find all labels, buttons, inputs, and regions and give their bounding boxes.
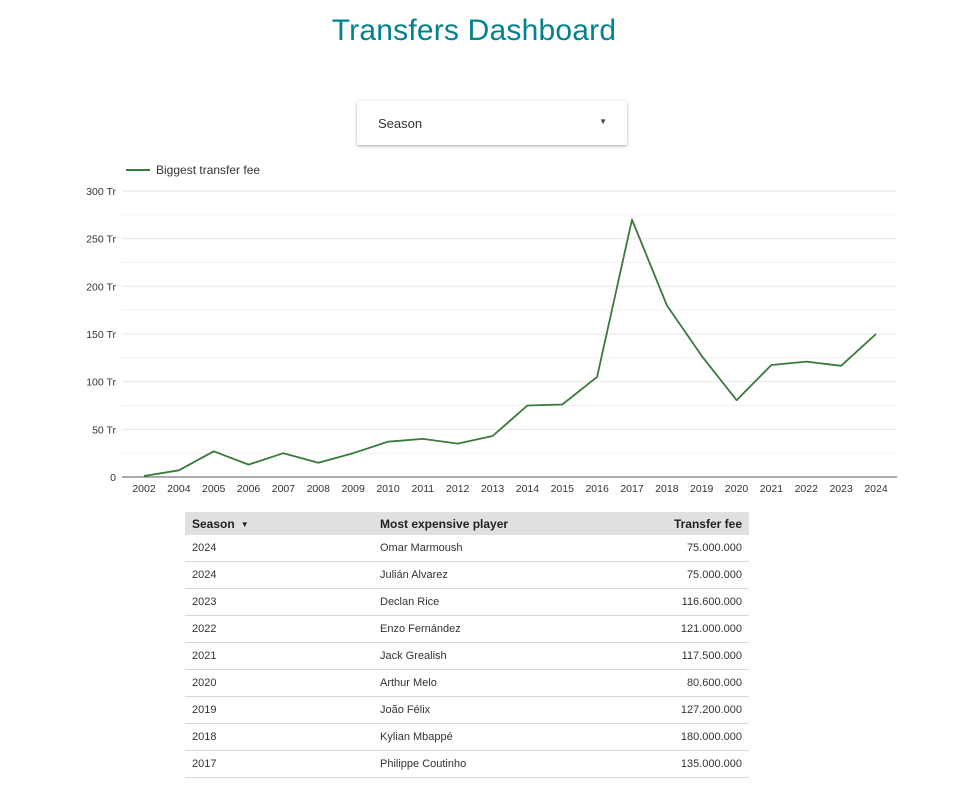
player-cell: Arthur Melo <box>380 677 437 689</box>
season-header-label: Season <box>192 516 235 531</box>
x-tick-label: 2022 <box>795 483 819 495</box>
player-cell: Declan Rice <box>380 596 440 608</box>
x-tick-label: 2019 <box>690 483 714 495</box>
player-cell: Enzo Fernández <box>380 623 461 635</box>
series-line <box>143 218 877 477</box>
season-cell: 2018 <box>192 731 217 743</box>
legend-label: Biggest transfer fee <box>156 163 260 177</box>
y-tick-label: 300 Tr <box>86 186 116 198</box>
player-cell: Philippe Coutinho <box>380 758 467 770</box>
y-tick-label: 0 <box>110 472 116 484</box>
fee-cell: 135.000.000 <box>680 758 742 770</box>
table-body: 2024 Omar Marmoush 75.000.000 2024 Julián Al… <box>185 535 749 782</box>
table-row[interactable]: 2023 Declan Rice 116.600.000 <box>185 589 749 616</box>
x-tick-label: 2023 <box>829 483 853 495</box>
x-tick-label: 2024 <box>864 483 888 495</box>
chart-svg: 0 50 Tr 100 Tr 150 Tr 200 Tr 250 Tr 300 Tr 2002… <box>86 163 897 495</box>
page-title: Transfers Dashboard <box>331 14 617 47</box>
x-tick-label: 2020 <box>725 483 749 495</box>
fee-cell: 117.500.000 <box>681 650 742 662</box>
transfers-table: Season ▼ Most expensive player Transfer f… <box>185 512 749 782</box>
x-tick-label: 2013 <box>481 483 505 495</box>
season-filter-dropdown[interactable]: Season ▼ <box>357 101 627 145</box>
player-cell: Omar Marmoush <box>380 542 463 554</box>
player-cell: Jack Grealish <box>380 650 447 662</box>
x-tick-label: 2009 <box>341 483 365 495</box>
season-cell: 2024 <box>192 569 217 581</box>
fee-cell: 180.000.000 <box>680 731 742 743</box>
season-filter-label: Season <box>378 116 423 131</box>
table-header-row: Season ▼ Most expensive player Transfer f… <box>185 512 749 535</box>
table-row[interactable]: 2024 Omar Marmoush 75.000.000 <box>185 535 749 562</box>
x-tick-label: 2005 <box>202 483 226 495</box>
table-row[interactable]: 2020 Arthur Melo 80.600.000 <box>185 670 749 697</box>
fee-cell: 116.600.000 <box>681 596 742 608</box>
x-tick-label: 2017 <box>620 483 644 495</box>
x-tick-label: 2007 <box>272 483 296 495</box>
fee-cell: 75.000.000 <box>686 569 742 581</box>
season-cell: 2020 <box>192 677 217 689</box>
table-row[interactable]: 2018 Kylian Mbappé 180.000.000 <box>185 724 749 751</box>
fee-cell: 121.000.000 <box>680 623 742 635</box>
season-cell: 2024 <box>192 542 217 554</box>
y-tick-label: 150 Tr <box>86 329 116 341</box>
fee-cell: 127.200.000 <box>680 704 742 716</box>
player-cell: João Félix <box>380 704 431 716</box>
y-tick-label: 200 Tr <box>86 281 116 293</box>
table-row[interactable]: 2024 Julián Alvarez 75.000.000 <box>185 562 749 589</box>
x-tick-label: 2004 <box>167 483 191 495</box>
fee-cell: 80.600.000 <box>686 677 742 689</box>
y-tick-label: 50 Tr <box>92 424 116 436</box>
transfer-fee-line-chart: 0 50 Tr 100 Tr 150 Tr 200 Tr 250 Tr 300 Tr 2002… <box>0 150 971 505</box>
table-row[interactable]: 2022 Enzo Fernández 121.000.000 <box>185 616 749 643</box>
sort-desc-icon: ▼ <box>240 519 249 529</box>
player-cell: Kylian Mbappé <box>380 731 453 743</box>
fee-column-header[interactable]: Transfer fee <box>623 517 749 531</box>
x-tick-label: 2008 <box>307 483 331 495</box>
player-column-header[interactable]: Most expensive player <box>373 517 623 531</box>
season-cell: 2022 <box>192 623 217 635</box>
season-cell: 2023 <box>192 596 217 608</box>
y-tick-label: 250 Tr <box>86 234 116 246</box>
table-row[interactable]: 2019 João Félix 127.200.000 <box>185 697 749 724</box>
player-cell: Julián Alvarez <box>380 569 448 581</box>
dropdown-arrow-icon: ▼ <box>599 117 607 126</box>
x-tick-label: 2012 <box>446 483 470 495</box>
x-tick-label: 2011 <box>412 483 435 495</box>
x-tick-label: 2010 <box>376 483 400 495</box>
table-row[interactable]: 2017 Philippe Coutinho 135.000.000 <box>185 751 749 778</box>
x-tick-label: 2016 <box>585 483 609 495</box>
season-column-header[interactable]: Season ▼ <box>185 517 373 531</box>
x-tick-label: 2014 <box>516 483 540 495</box>
season-cell: 2017 <box>192 758 217 770</box>
table-row[interactable]: 2017Ousmane Dembélé135.000.000 <box>185 778 749 782</box>
season-cell: 2021 <box>192 650 217 662</box>
x-tick-label: 2015 <box>551 483 575 495</box>
x-tick-label: 2021 <box>760 483 784 495</box>
y-tick-label: 100 Tr <box>86 377 116 389</box>
x-tick-label: 2002 <box>132 483 156 495</box>
fee-cell: 75.000.000 <box>686 542 742 554</box>
season-cell: 2019 <box>192 704 217 716</box>
table-row[interactable]: 2021 Jack Grealish 117.500.000 <box>185 643 749 670</box>
x-tick-label: 2018 <box>655 483 679 495</box>
x-tick-label: 2006 <box>237 483 261 495</box>
